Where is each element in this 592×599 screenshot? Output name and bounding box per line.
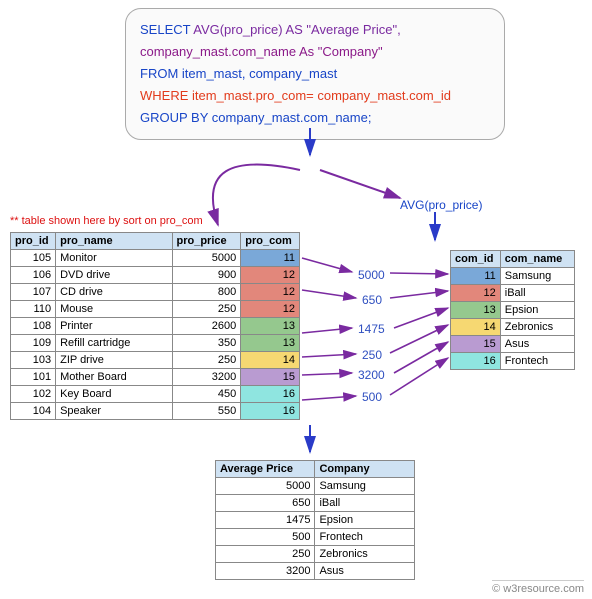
table-row: 500Frontech: [216, 529, 415, 546]
table-row: 650iBall: [216, 495, 415, 512]
table-row: 103ZIP drive25014: [11, 352, 300, 369]
col-pro-name: pro_name: [56, 233, 172, 250]
sql-select-kw: SELECT: [140, 22, 193, 37]
avg-value-1: 5000: [358, 268, 385, 282]
table-row: 110Mouse25012: [11, 301, 300, 318]
avg-label: AVG(pro_price): [400, 198, 482, 212]
table-row: 14Zebronics: [451, 319, 575, 336]
avg-value-3: 1475: [358, 322, 385, 336]
table-row: 250Zebronics: [216, 546, 415, 563]
col-com-name: com_name: [500, 251, 574, 268]
table-row: 3200Asus: [216, 563, 415, 580]
company-mast-table: com_id com_name 11Samsung12iBall13Epsion…: [450, 250, 575, 370]
col-avg-price: Average Price: [216, 461, 315, 478]
table-row: 104Speaker55016: [11, 403, 300, 420]
col-pro-id: pro_id: [11, 233, 56, 250]
attribution: © w3resource.com: [492, 580, 584, 595]
avg-value-5: 3200: [358, 368, 385, 382]
table-row: 105Monitor500011: [11, 250, 300, 267]
avg-value-6: 500: [362, 390, 382, 404]
table-row: 15Asus: [451, 336, 575, 353]
col-company: Company: [315, 461, 415, 478]
table-row: 108Printer260013: [11, 318, 300, 335]
sql-line-4: WHERE item_mast.pro_com= company_mast.co…: [140, 85, 490, 107]
sql-avg-fn: AVG(pro_price) AS "Average Price",: [193, 22, 400, 37]
table-row: 101Mother Board320015: [11, 369, 300, 386]
sort-note: ** table shown here by sort on pro_com: [10, 215, 203, 227]
table-row: 107CD drive80012: [11, 284, 300, 301]
item-mast-table: pro_id pro_name pro_price pro_com 105Mon…: [10, 232, 300, 420]
sql-query-box: SELECT AVG(pro_price) AS "Average Price"…: [125, 8, 505, 140]
col-pro-price: pro_price: [172, 233, 241, 250]
sql-line-2: company_mast.com_name As "Company": [140, 41, 490, 63]
table-row: 13Epsion: [451, 302, 575, 319]
table-row: 11Samsung: [451, 268, 575, 285]
avg-value-4: 250: [362, 348, 382, 362]
table-row: 5000Samsung: [216, 478, 415, 495]
table-row: 102Key Board45016: [11, 386, 300, 403]
result-table: Average Price Company 5000Samsung650iBal…: [215, 460, 415, 580]
sql-line-3: FROM item_mast, company_mast: [140, 63, 490, 85]
sql-line-5: GROUP BY company_mast.com_name;: [140, 107, 490, 129]
table-row: 1475Epsion: [216, 512, 415, 529]
col-pro-com: pro_com: [241, 233, 300, 250]
table-row: 106DVD drive90012: [11, 267, 300, 284]
sql-line-1: SELECT AVG(pro_price) AS "Average Price"…: [140, 19, 490, 41]
table-row: 109Refill cartridge35013: [11, 335, 300, 352]
table-row: 12iBall: [451, 285, 575, 302]
col-com-id: com_id: [451, 251, 501, 268]
table-row: 16Frontech: [451, 353, 575, 370]
avg-value-2: 650: [362, 293, 382, 307]
